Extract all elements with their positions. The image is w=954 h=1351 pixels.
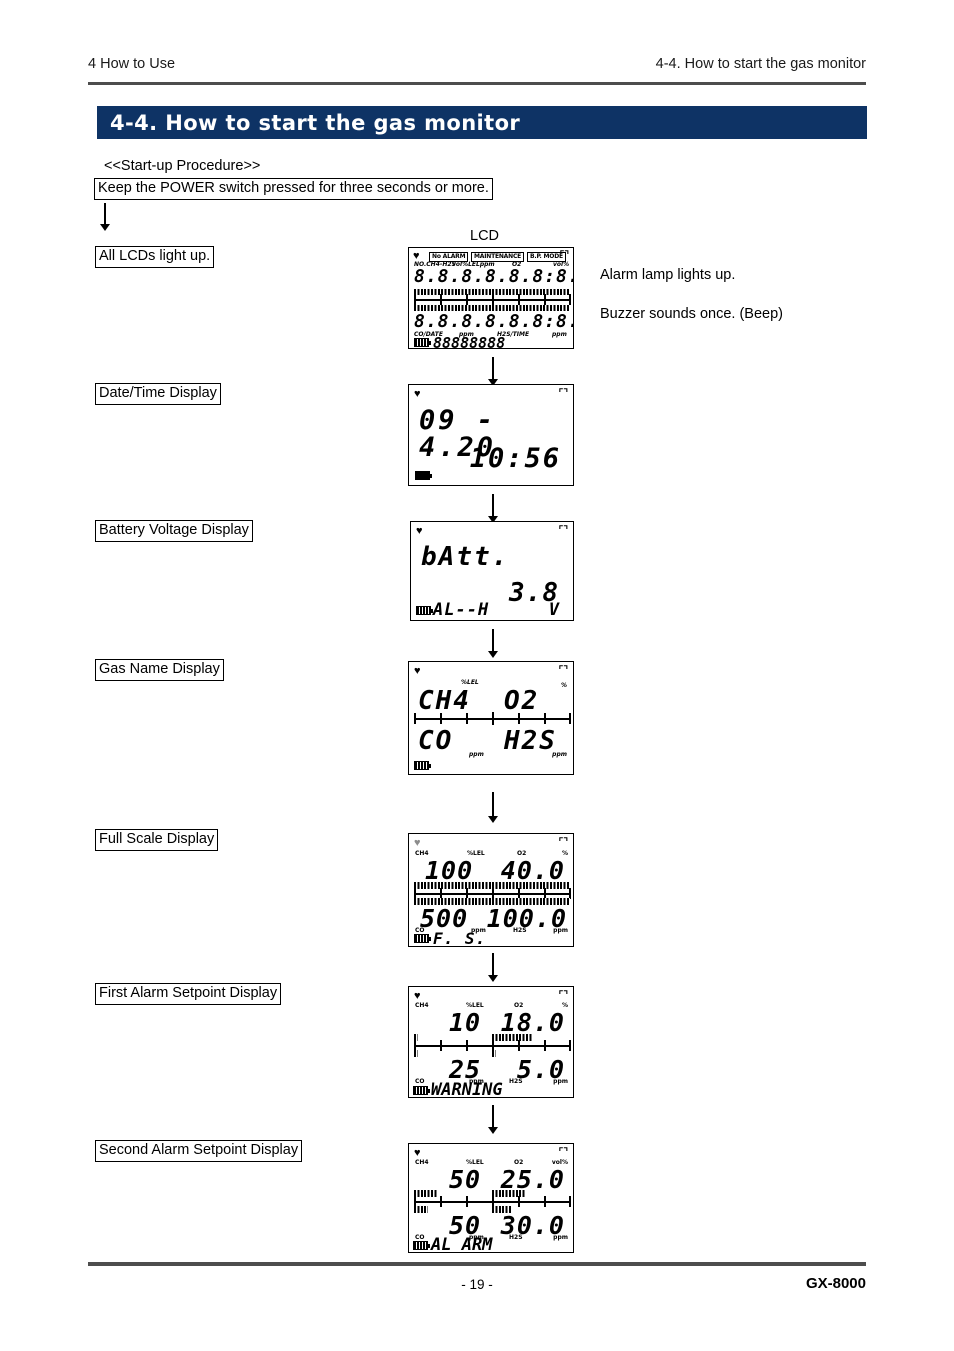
scale-row-all <box>414 294 571 305</box>
flow-arrow-0 <box>98 203 112 231</box>
battery-status: AL--H <box>433 600 490 620</box>
value-o2: 25.0 <box>500 1165 565 1194</box>
pump-icon: ⌜⌝ <box>558 990 568 1001</box>
unit-label-bottom-4: ppm <box>552 331 567 338</box>
value-ch4: 10 <box>449 1008 482 1037</box>
pump-icon: ⌜⌝ <box>558 837 568 848</box>
gas-unit-o2: % <box>560 682 567 689</box>
step-label-all-lcds: All LCDs light up. <box>95 246 215 268</box>
gas-label-h2s: H2S <box>509 1078 523 1085</box>
mode-text: WARNING <box>431 1080 503 1098</box>
gas-unit-h2s: ppm <box>553 1234 568 1241</box>
header-divider <box>88 82 866 85</box>
segment-row-bottom: 8.8.8.8.8.8:8.8 <box>414 311 574 332</box>
running-head: 4 How to Use 4-4. How to start the gas m… <box>88 56 866 72</box>
bargraph-bottom <box>414 1050 418 1057</box>
lcd-column-caption: LCD <box>470 228 500 244</box>
flow-arrow-1 <box>486 357 500 386</box>
value-ch4: 50 <box>449 1165 482 1194</box>
footer-divider <box>88 1262 866 1266</box>
time-value: 10:56 <box>469 443 561 474</box>
step-label-second-alarm: Second Alarm Setpoint Display <box>95 1140 303 1162</box>
model-name: GX-8000 <box>805 1275 866 1292</box>
flow-arrow-2 <box>486 494 500 523</box>
flow-arrow-5 <box>486 953 500 982</box>
battery-title: bAtt. <box>421 542 510 572</box>
power-instruction-box: Keep the POWER switch pressed for three … <box>94 178 493 200</box>
scale-row-gas-name <box>414 712 571 725</box>
battery-icon <box>415 471 432 480</box>
startup-procedure-label: <<Start-up Procedure>> <box>104 158 261 174</box>
heart-icon: ♥ <box>414 837 421 849</box>
battery-icon <box>413 1086 430 1095</box>
step-label-gas-name: Gas Name Display <box>95 659 224 681</box>
lcd-all-segments: ♥ ⌜⌝ No ALARM MAINTENANCE B.P. MODE NO.C… <box>408 247 574 349</box>
mode-text: F. S. <box>433 929 487 947</box>
battery-icon <box>413 1241 430 1250</box>
gas-name-co: CO <box>418 726 454 756</box>
section-title-bar: 4-4. How to start the gas monitor <box>97 106 867 139</box>
lcd-full-scale: ♥ ⌜⌝ CH4 %LEL O2 % 100 40.0 500 100.0 CO… <box>408 833 574 947</box>
lcd-date-time: ♥ ⌜⌝ 09 - 4.20 10:56 <box>408 384 574 486</box>
gas-unit-h2s: ppm <box>553 1078 568 1085</box>
lcd-first-alarm: ♥ ⌜⌝ CH4 %LEL O2 % 10 18.0 25 5.0 CO ppm… <box>408 986 574 1098</box>
gas-name-ch4: CH4 <box>418 686 471 716</box>
gas-name-o2: O2 <box>504 686 540 716</box>
mode-text: AL ARM <box>431 1235 493 1253</box>
running-head-right: 4-4. How to start the gas monitor <box>655 56 866 72</box>
running-head-left: 4 How to Use <box>88 56 176 72</box>
page-title: 4-4. How to start the gas monitor <box>110 110 521 135</box>
lcd-gas-name: ♥ ⌜⌝ %LEL % CH4 O2 CO H2S ppm ppm <box>408 661 574 775</box>
gas-unit-co: ppm <box>469 751 484 758</box>
bargraph-bottom-h2s <box>492 1050 496 1057</box>
gas-label-ch4: CH4 <box>415 1002 429 1009</box>
lcd-battery-voltage: ♥ ⌜⌝ bAtt. 3.8 AL--H V <box>410 521 574 621</box>
gas-label-h2s: H2S <box>513 927 527 934</box>
heart-icon: ♥ <box>414 1147 421 1159</box>
lcd-second-alarm: ♥ ⌜⌝ CH4 %LEL O2 vol% 50 25.0 50 30.0 CO… <box>408 1143 574 1253</box>
pump-icon: ⌜⌝ <box>558 665 568 676</box>
step-label-full-scale: Full Scale Display <box>95 829 219 851</box>
heart-icon: ♥ <box>414 665 421 677</box>
alarm-lamp-annotation: Alarm lamp lights up. Buzzer sounds once… <box>600 246 783 344</box>
step-label-first-alarm: First Alarm Setpoint Display <box>95 983 282 1005</box>
value-ch4: 100 <box>425 856 474 885</box>
gas-label-ch4: CH4 <box>415 1159 429 1166</box>
battery-icon <box>416 606 433 615</box>
annotation-line-1: Alarm lamp lights up. <box>600 266 736 283</box>
pump-icon: ⌜⌝ <box>558 388 568 399</box>
battery-icon <box>414 761 431 770</box>
heart-icon: ♥ <box>414 990 421 1002</box>
pump-icon: ⌜⌝ <box>558 525 568 536</box>
gas-label-co: CO <box>415 1078 425 1085</box>
battery-icon <box>414 338 431 347</box>
gas-name-h2s: H2S <box>504 726 557 756</box>
battery-unit: V <box>548 600 560 620</box>
segment-row-top: 8.8.8.8.8.8:8.8 <box>414 266 574 287</box>
heart-icon: ♥ <box>416 525 423 537</box>
step-label-battery-voltage: Battery Voltage Display <box>95 520 253 542</box>
gas-unit-h2s: ppm <box>552 751 567 758</box>
bargraph-bottom <box>414 1206 428 1213</box>
annotation-line-2: Buzzer sounds once. (Beep) <box>600 305 783 322</box>
flow-arrow-6 <box>486 1105 500 1134</box>
heart-icon: ♥ <box>414 388 421 400</box>
value-o2: 18.0 <box>500 1008 565 1037</box>
gas-unit-h2s: ppm <box>553 927 568 934</box>
flow-arrow-4 <box>486 792 500 823</box>
gas-label-h2s: H2S <box>509 1234 523 1241</box>
segment-text-row: 88888888 <box>433 334 506 349</box>
battery-icon <box>414 934 431 943</box>
value-o2: 40.0 <box>500 856 565 885</box>
step-label-date-time: Date/Time Display <box>95 383 221 405</box>
pump-icon: ⌜⌝ <box>558 1147 568 1158</box>
value-co: 500 <box>420 904 469 933</box>
flow-arrow-3 <box>486 629 500 658</box>
